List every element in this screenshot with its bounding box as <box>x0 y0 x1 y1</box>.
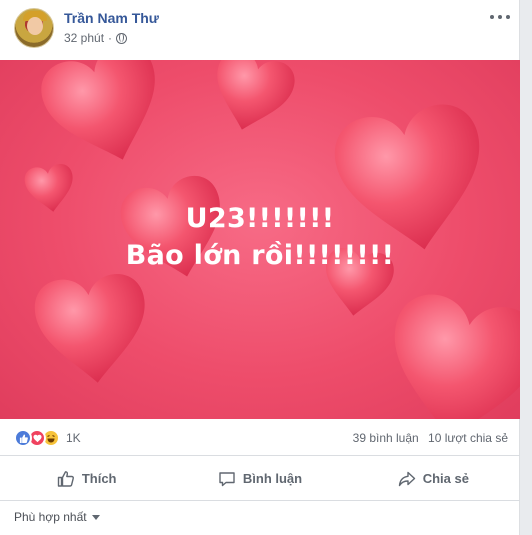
like-label: Thích <box>81 471 117 486</box>
more-dot <box>506 15 510 19</box>
reaction-count[interactable]: 1K <box>66 431 81 445</box>
avatar[interactable] <box>14 8 54 48</box>
post-image[interactable]: U23!!!!!!! Bão lớn rồi!!!!!!!! <box>0 60 520 419</box>
share-icon <box>398 471 415 486</box>
post-header: Trần Nam Thư 32 phút · <box>0 0 520 58</box>
chevron-down-icon <box>91 514 100 520</box>
like-reaction-icon[interactable] <box>14 429 32 447</box>
heart-shape <box>204 60 300 140</box>
comments-count[interactable]: 39 bình luận <box>353 431 419 445</box>
post-stats: 39 bình luận 10 lượt chia sẻ <box>347 431 508 445</box>
reactions-bar: 1K 39 bình luận 10 lượt chia sẻ <box>0 420 520 456</box>
heart-shape <box>33 60 178 178</box>
image-text-line-1: U23!!!!!!! <box>185 203 335 234</box>
like-button[interactable]: Thích <box>0 457 173 500</box>
share-label: Chia sẻ <box>422 471 469 486</box>
more-dot <box>490 15 494 19</box>
thumbs-up-icon <box>57 470 74 487</box>
comment-button[interactable]: Bình luận <box>173 457 346 500</box>
more-options-icon[interactable] <box>490 12 510 22</box>
globe-icon[interactable] <box>116 33 128 44</box>
post-time[interactable]: 32 phút <box>64 31 104 45</box>
post-meta: 32 phút · <box>64 31 128 45</box>
reaction-icons[interactable] <box>14 429 60 447</box>
shares-count[interactable]: 10 lượt chia sẻ <box>428 431 508 445</box>
comment-icon <box>219 471 235 486</box>
heart-shape <box>31 271 153 389</box>
meta-separator: · <box>108 31 113 45</box>
heart-shape <box>378 288 520 419</box>
comment-label: Bình luận <box>242 471 303 486</box>
avatar-face <box>27 17 43 35</box>
post-actions: Thích Bình luận Chia sẻ <box>0 457 520 501</box>
share-button[interactable]: Chia sẻ <box>347 457 520 500</box>
image-text-line-2: Bão lớn rồi!!!!!!!! <box>125 240 395 271</box>
comment-sort-dropdown[interactable]: Phù hợp nhất <box>14 510 100 524</box>
author-name[interactable]: Trần Nam Thư <box>64 10 159 26</box>
post-card: Trần Nam Thư 32 phút · U23!!!!!!! Bão lớ… <box>0 0 520 535</box>
heart-shape <box>328 98 496 262</box>
sort-label: Phù hợp nhất <box>14 510 87 524</box>
more-dot <box>498 15 502 19</box>
